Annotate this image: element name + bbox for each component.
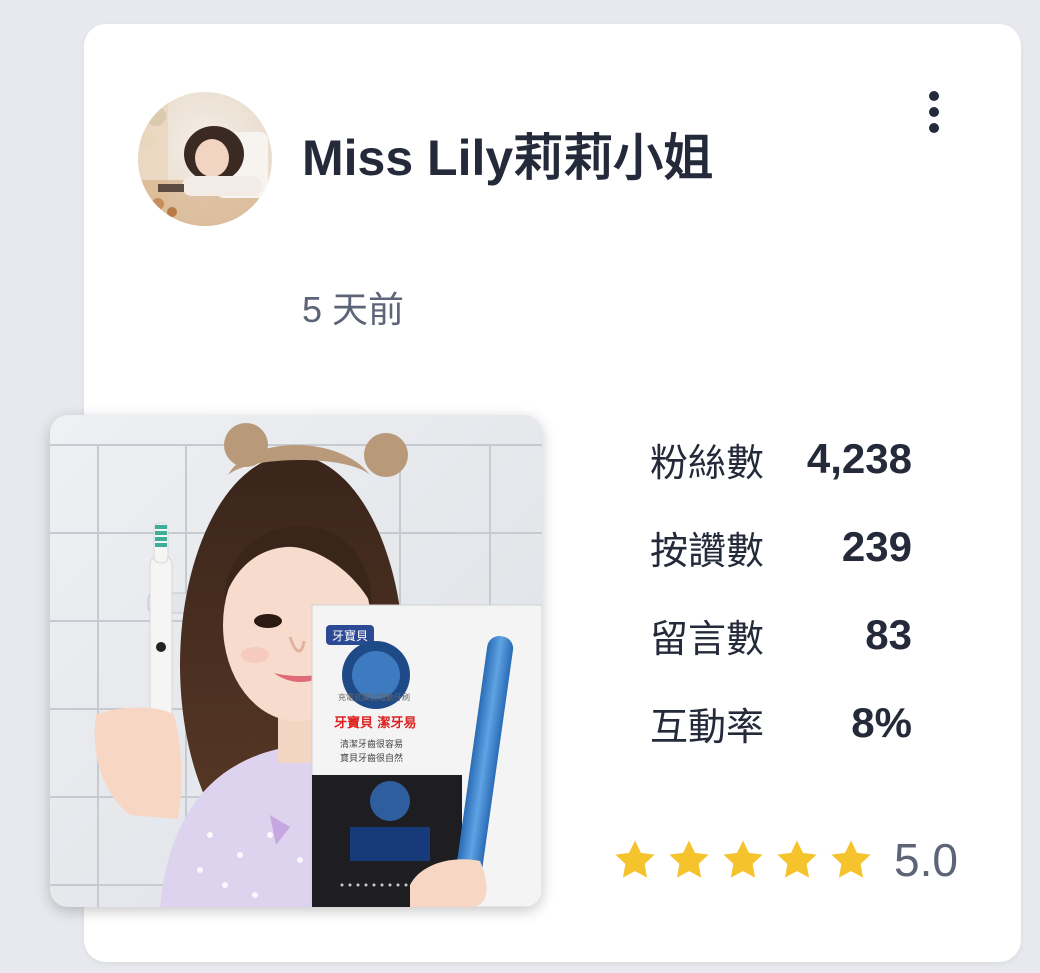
stat-value: 4,238 — [806, 435, 912, 482]
star-icon — [777, 840, 817, 878]
star-rating — [612, 837, 882, 883]
stat-label: 粉絲數 — [650, 442, 765, 485]
stat-value: 239 — [841, 523, 912, 570]
avatar-image — [138, 92, 272, 226]
stat-value: 8% — [851, 699, 912, 746]
rating: 5.0 — [612, 828, 958, 892]
author-avatar[interactable] — [138, 92, 272, 226]
more-options-icon[interactable] — [912, 86, 956, 138]
stats-panel: 粉絲數 4,238 按讚數 239 留言數 83 互動率 8% — [650, 415, 912, 767]
stat-label: 留言數 — [650, 618, 765, 661]
menu-dot — [929, 91, 939, 101]
star-icon — [723, 840, 763, 878]
post-timestamp: 5 天前 — [302, 289, 405, 330]
star-icon — [615, 840, 655, 878]
star-icon — [669, 840, 709, 878]
menu-dot — [929, 107, 939, 117]
subtitle-text: 充電式聲波電動牙刷 — [338, 692, 410, 702]
stat-row-comments: 留言數 83 — [650, 591, 912, 679]
stat-row-followers: 粉絲數 4,238 — [650, 415, 912, 503]
stat-row-likes: 按讚數 239 — [650, 503, 912, 591]
tagline-2-text: 寶貝牙齒很自然 — [340, 752, 403, 764]
stat-label: 互動率 — [650, 706, 765, 749]
product-line-text: 牙寶貝 潔牙易 — [334, 715, 417, 731]
star-icon — [831, 840, 871, 878]
rating-value: 5.0 — [894, 834, 958, 886]
post-image[interactable]: 牙寶貝 充電式聲波電動牙刷 牙寶貝 潔牙易 清潔牙齒很容易 寶貝牙齒很自然 — [50, 415, 542, 907]
menu-dot — [929, 123, 939, 133]
stat-value: 83 — [865, 611, 912, 658]
tagline-1-text: 清潔牙齒很容易 — [340, 738, 403, 750]
stat-row-engagement: 互動率 8% — [650, 679, 912, 767]
post-photo: 牙寶貝 充電式聲波電動牙刷 牙寶貝 潔牙易 清潔牙齒很容易 寶貝牙齒很自然 — [50, 415, 542, 907]
brand-text: 牙寶貝 — [332, 628, 368, 643]
stat-label: 按讚數 — [650, 530, 765, 573]
author-name[interactable]: Miss Lily莉莉小姐 — [302, 126, 713, 190]
